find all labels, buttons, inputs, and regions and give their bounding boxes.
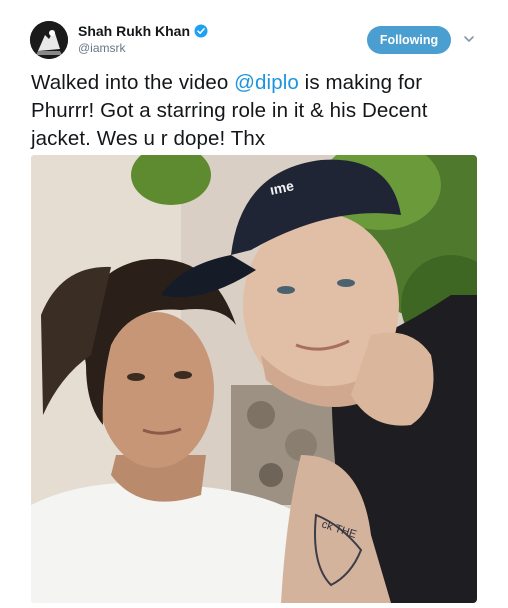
author-name-row: Shah Rukh Khan — [78, 23, 208, 39]
following-button[interactable]: Following — [367, 26, 451, 54]
author-display-name[interactable]: Shah Rukh Khan — [78, 23, 190, 39]
mention-link[interactable]: @diplo — [234, 71, 299, 94]
chevron-down-icon[interactable] — [462, 32, 476, 46]
tweet-photo[interactable]: ck THE ıme — [31, 155, 477, 603]
profile-avatar[interactable] — [30, 21, 68, 59]
selfie-illustration: ck THE ıme — [31, 155, 477, 603]
tweet-text: Walked into the video @diplo is making f… — [31, 69, 491, 153]
tweet-text-start: Walked into the video — [31, 71, 235, 94]
tweet-card: Shah Rukh Khan @iamsrk Following Walked … — [0, 0, 508, 608]
verified-badge-icon — [194, 24, 208, 38]
author-handle[interactable]: @iamsrk — [78, 41, 126, 55]
avatar-image — [30, 21, 68, 59]
